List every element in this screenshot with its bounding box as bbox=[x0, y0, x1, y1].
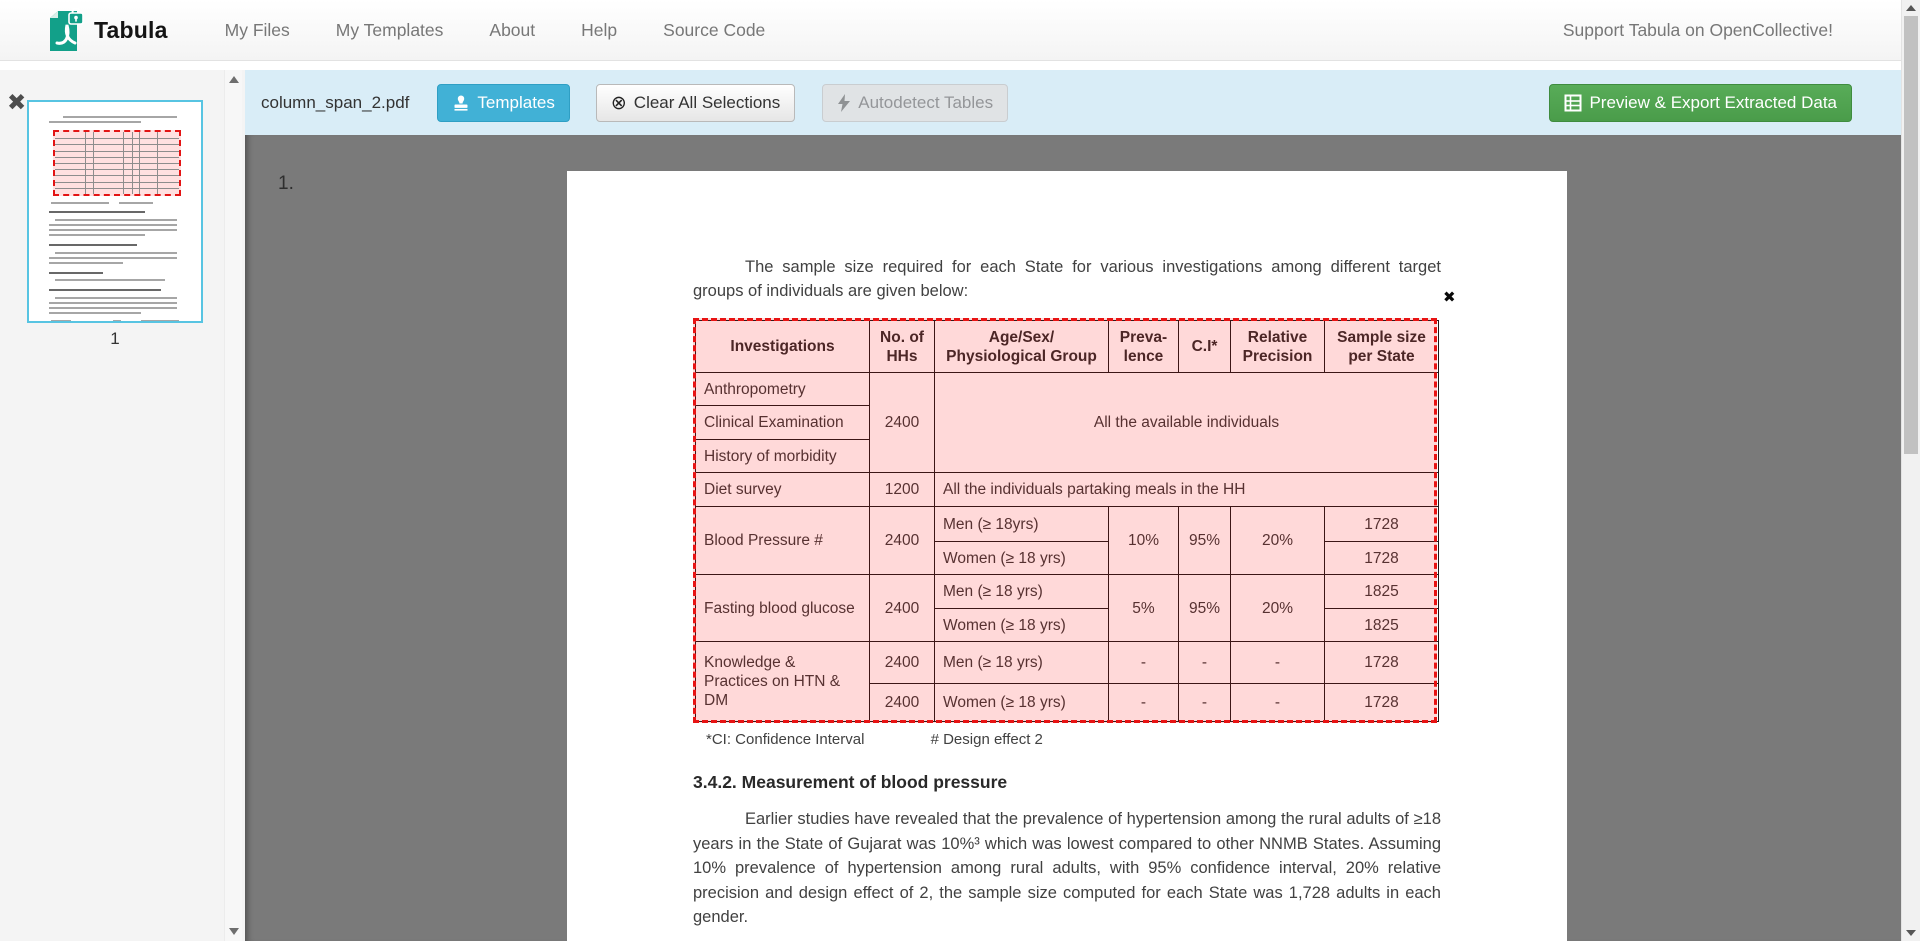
thumbnail-sketch-line bbox=[49, 211, 145, 213]
clear-all-selections-button[interactable]: ⊗ Clear All Selections bbox=[596, 84, 795, 122]
page-thumbnail-sidebar: ✖ 1 bbox=[0, 70, 245, 941]
thumbnail-sketch-line bbox=[55, 297, 177, 299]
thumbnail-grid-line bbox=[55, 144, 179, 145]
thumbnail-sketch-line bbox=[49, 234, 145, 236]
pdf-page[interactable]: The sample size required for each State … bbox=[567, 171, 1567, 941]
thumbnail-sketch-line bbox=[49, 262, 123, 264]
pdf-viewer: 1. The sample size required for each Sta… bbox=[245, 135, 1901, 941]
tabula-app: Tabula My Files My Templates About Help … bbox=[0, 0, 1920, 941]
thumbnail-sketch-line bbox=[49, 312, 141, 314]
thumbnail-sketch-line bbox=[119, 202, 153, 204]
thumbnail-sketch-line bbox=[55, 219, 177, 221]
thumbnail-grid-line bbox=[55, 182, 179, 183]
scrollbar-down-icon[interactable] bbox=[1906, 930, 1916, 936]
thumbnail-sketch-line bbox=[49, 257, 177, 259]
main-panel: column_span_2.pdf Templates ⊗ bbox=[245, 70, 1901, 941]
thumbnail-sketch-line bbox=[141, 320, 179, 321]
clear-circle-x-icon: ⊗ bbox=[611, 92, 627, 114]
browser-scrollbar[interactable] bbox=[1901, 0, 1920, 941]
nav-item-help[interactable]: Help bbox=[558, 20, 640, 41]
thumbnail-sketch-line bbox=[55, 252, 177, 254]
nav-item-my-templates[interactable]: My Templates bbox=[313, 20, 467, 41]
thumbnail-sketch-line bbox=[51, 320, 71, 321]
thumbnail-preview bbox=[29, 102, 201, 321]
thumbnail-sketch-line bbox=[51, 202, 109, 204]
document-body-paragraph: Earlier studies have revealed that the p… bbox=[693, 807, 1441, 930]
thumbnail-sketch-line bbox=[49, 302, 177, 304]
thumbnail-sketch-line bbox=[113, 320, 121, 321]
scrollbar-up-icon[interactable] bbox=[1906, 5, 1916, 11]
thumbnail-sketch-line bbox=[49, 229, 177, 231]
export-button-label: Preview & Export Extracted Data bbox=[1589, 93, 1837, 113]
thumbnail-grid-line bbox=[55, 151, 179, 152]
nav-menu: My Files My Templates About Help Source … bbox=[202, 0, 789, 60]
thumbnail-sketch-line bbox=[49, 289, 161, 291]
nav-item-my-files[interactable]: My Files bbox=[202, 20, 313, 41]
thumbnail-grid-line bbox=[55, 169, 179, 170]
thumbnail-sketch-line bbox=[49, 224, 177, 226]
page-label: 1. bbox=[278, 173, 294, 195]
brand-name: Tabula bbox=[94, 17, 168, 44]
spreadsheet-icon bbox=[1564, 94, 1582, 112]
autodetect-tables-button[interactable]: Autodetect Tables bbox=[822, 84, 1008, 122]
page-thumbnail[interactable] bbox=[27, 100, 203, 323]
table-selection-overlay[interactable] bbox=[693, 318, 1437, 723]
nav-item-source-code[interactable]: Source Code bbox=[640, 20, 788, 41]
templates-button[interactable]: Templates bbox=[437, 84, 569, 122]
scroll-up-icon[interactable] bbox=[229, 76, 239, 83]
toolbar: column_span_2.pdf Templates ⊗ bbox=[245, 70, 1901, 135]
thumbnail-grid-line bbox=[55, 188, 179, 189]
nav-item-about[interactable]: About bbox=[466, 20, 558, 41]
autodetect-button-label: Autodetect Tables bbox=[858, 93, 993, 113]
scrollbar-thumb[interactable] bbox=[1904, 16, 1918, 454]
document-intro-paragraph: The sample size required for each State … bbox=[693, 255, 1441, 303]
remove-page-icon[interactable]: ✖ bbox=[7, 92, 26, 115]
thumbnail-sketch-line bbox=[49, 244, 137, 246]
footnote-design-effect: # Design effect 2 bbox=[931, 731, 1043, 748]
templates-button-label: Templates bbox=[477, 93, 554, 113]
content-column: Tabula My Files My Templates About Help … bbox=[0, 0, 1901, 941]
navbar-gap bbox=[0, 61, 1901, 70]
thumbnail-grid-line bbox=[55, 157, 179, 158]
thumbnail-sketch-line bbox=[49, 307, 177, 309]
navbar: Tabula My Files My Templates About Help … bbox=[0, 0, 1901, 61]
section-heading: 3.4.2. Measurement of blood pressure bbox=[693, 772, 1007, 793]
templates-stamp-icon bbox=[452, 94, 470, 112]
thumbnail-sketch-line bbox=[49, 272, 103, 274]
thumbnail-grid-line bbox=[55, 163, 179, 164]
body-row: ✖ 1 column_span_2.pdf bbox=[0, 70, 1901, 941]
preview-export-button[interactable]: Preview & Export Extracted Data bbox=[1549, 84, 1852, 122]
thumbnail-page-number: 1 bbox=[27, 329, 203, 349]
scroll-down-icon[interactable] bbox=[229, 928, 239, 935]
pdf-filename: column_span_2.pdf bbox=[261, 93, 409, 113]
thumbnail-sketch-line bbox=[63, 116, 177, 118]
clear-button-label: Clear All Selections bbox=[634, 93, 780, 113]
table-footnote: *CI: Confidence Interval # Design effect… bbox=[706, 731, 1105, 748]
support-link[interactable]: Support Tabula on OpenCollective! bbox=[1563, 20, 1833, 41]
thumbnail-grid-line bbox=[55, 138, 179, 139]
selection-close-icon[interactable]: ✖ bbox=[1443, 288, 1456, 306]
lightning-bolt-icon bbox=[837, 94, 851, 112]
thumbnail-grid-line bbox=[55, 175, 179, 176]
tabula-logo-icon bbox=[44, 7, 84, 53]
brand-link[interactable]: Tabula bbox=[44, 7, 168, 53]
footnote-ci: *CI: Confidence Interval bbox=[706, 731, 864, 748]
thumbnail-sketch-line bbox=[49, 121, 141, 123]
sidebar-scrollbar[interactable] bbox=[224, 70, 242, 941]
thumbnail-sketch-line bbox=[55, 279, 165, 281]
